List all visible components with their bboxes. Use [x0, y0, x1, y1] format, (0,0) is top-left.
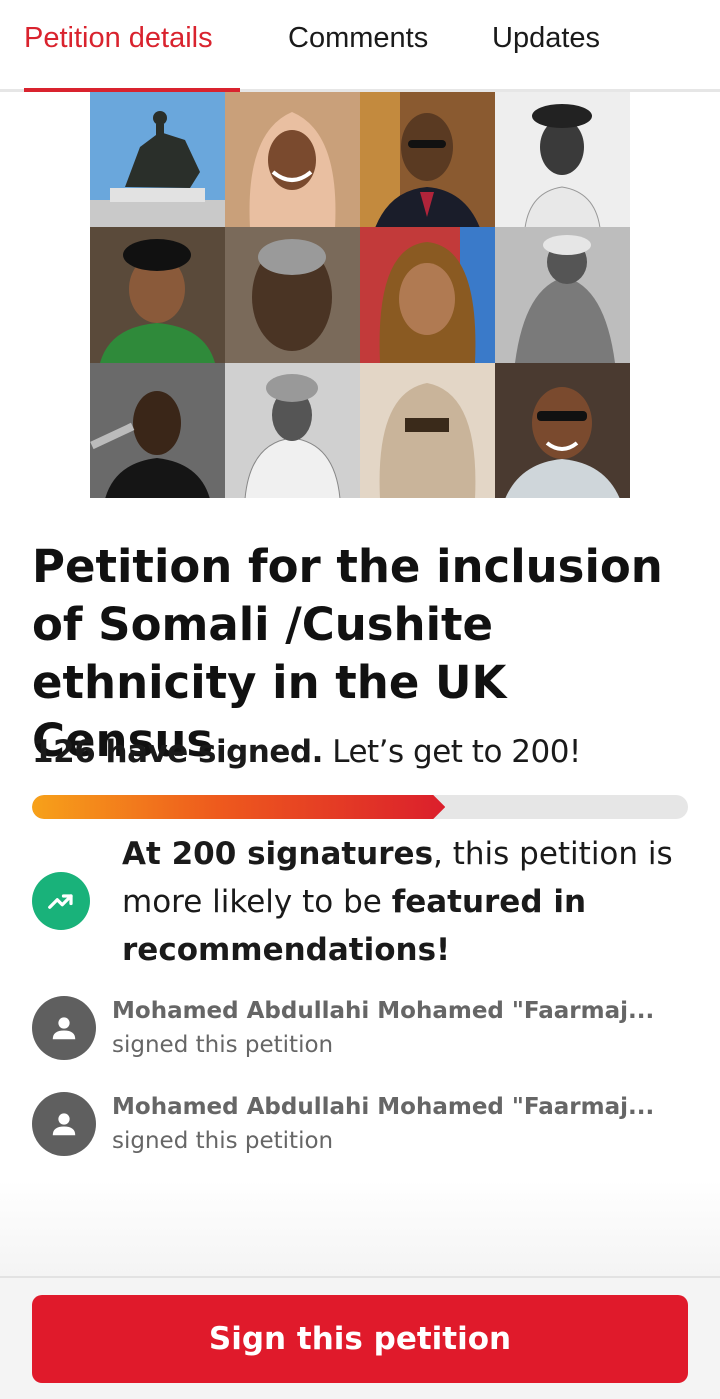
- goal-text: Let’s get to 200!: [322, 734, 581, 770]
- tab-comments[interactable]: Comments: [288, 22, 428, 55]
- collage-photo-elder-man: [225, 227, 360, 363]
- recent-signer-item: Mohamed Abdullahi Mohamed "Faarmaj... si…: [32, 1092, 692, 1156]
- collage-photo-man-microphone: [90, 362, 225, 498]
- feature-bold-1: At 200 signatures: [122, 836, 434, 872]
- collage-photo-historic-figure: [495, 227, 630, 363]
- signer-action: signed this petition: [112, 1032, 334, 1058]
- trending-up-icon: [32, 872, 90, 930]
- signature-progress-bar: [32, 795, 688, 819]
- petition-image-collage: [90, 92, 630, 498]
- collage-photo-statue: [90, 92, 225, 228]
- feature-message: At 200 signatures, this petition is more…: [122, 830, 682, 974]
- person-icon: [32, 996, 96, 1060]
- recent-signer-item: Mohamed Abdullahi Mohamed "Faarmaj... si…: [32, 996, 692, 1060]
- signature-count: 126 have signed. Let’s get to 200!: [32, 734, 581, 770]
- sign-petition-button[interactable]: Sign this petition: [32, 1295, 688, 1383]
- collage-photo-woman-uniform: [495, 92, 630, 228]
- collage-photo-woman-headscarf: [225, 92, 360, 228]
- collage-photo-woman-smiling: [360, 227, 495, 363]
- collage-photo-man-glasses: [360, 92, 495, 228]
- collage-photo-man-sunglasses: [495, 362, 630, 498]
- tab-updates[interactable]: Updates: [492, 22, 600, 55]
- collage-photo-veiled-figure: [360, 362, 495, 498]
- bottom-fade: [0, 1180, 720, 1276]
- person-icon: [32, 1092, 96, 1156]
- collage-photo-man-turban: [225, 362, 360, 498]
- signature-progress-fill: [32, 795, 445, 819]
- tab-petition-details[interactable]: Petition details: [24, 22, 213, 55]
- signed-count-text: 126 have signed.: [32, 734, 323, 770]
- signer-action: signed this petition: [112, 1128, 334, 1154]
- signer-name: Mohamed Abdullahi Mohamed "Faarmaj...: [112, 998, 655, 1024]
- tab-bar: Petition details Comments Updates: [0, 0, 720, 92]
- collage-photo-woman-singing: [90, 227, 225, 363]
- signer-name: Mohamed Abdullahi Mohamed "Faarmaj...: [112, 1094, 655, 1120]
